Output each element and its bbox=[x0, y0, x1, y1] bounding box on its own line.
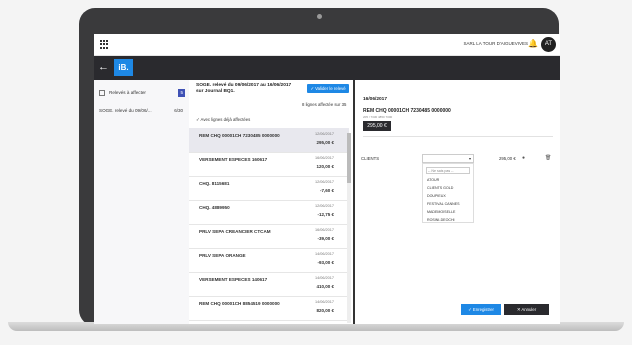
tx-amount: 410,00 € bbox=[316, 284, 334, 289]
tx-label: REM CHQ 00001CH 8854519 0000000 bbox=[199, 301, 280, 306]
sidebar: Relevés à affecter 5 SOGE. relevé du 09/… bbox=[94, 80, 190, 324]
detail-date: 16/06/2017 bbox=[363, 97, 388, 102]
list-item[interactable]: CHQ. 8115681 12/06/2017 -7,60 € bbox=[189, 176, 349, 201]
statement-panel: SOGE. relevé du 09/06/2017 au 16/06/2017… bbox=[189, 80, 355, 324]
list-item[interactable]: VERSEMENT ESPECES 160617 16/06/2017 120,… bbox=[189, 152, 349, 177]
clients-select[interactable]: ▾ bbox=[422, 154, 474, 163]
camera-icon bbox=[317, 14, 322, 19]
top-bar: SARL LA TOUR D'AIGUEVIVES 🔔 AT bbox=[94, 34, 560, 56]
list-item[interactable]: REM CHQ 00001CH 8854519 0000000 14/06/20… bbox=[189, 296, 349, 321]
detail-panel: 16/06/2017 REM CHQ 00001CH 7230485 00000… bbox=[355, 80, 560, 324]
clients-label: CLIENTS bbox=[361, 156, 380, 161]
dropdown-option[interactable]: FESTIVAL CANNES bbox=[427, 202, 460, 206]
tx-label: CHQ. 4889950 bbox=[199, 205, 230, 210]
tx-label: CHQ. 8115681 bbox=[199, 181, 230, 186]
tx-label: REM CHQ 00001CH 7230485 0000000 bbox=[199, 133, 280, 138]
detail-amount: 295,00 € bbox=[363, 121, 391, 131]
detail-subtitle: 205 / 7330 4850 7000 bbox=[363, 115, 393, 119]
user-name[interactable]: SARL LA TOUR D'AIGUEVIVES bbox=[463, 41, 528, 46]
clients-amount[interactable]: 295,00 € bbox=[499, 156, 516, 161]
tx-amount: 820,00 € bbox=[316, 308, 334, 313]
tx-date: 12/06/2017 bbox=[314, 180, 334, 184]
sidebar-item-releve-soge[interactable]: SOGE. relevé du 09/06/... 6/30 bbox=[94, 104, 189, 118]
statement-title: SOGE. relevé du 09/06/2017 au 16/06/2017… bbox=[196, 83, 292, 94]
dropdown-option[interactable]: ROSINI-DEOCHI bbox=[427, 218, 455, 222]
scrollbar[interactable] bbox=[347, 133, 351, 323]
detail-title: REM CHQ 00001CH 7230485 0000000 bbox=[363, 108, 451, 114]
tx-label: VERSEMENT ESPECES 140617 bbox=[199, 277, 268, 282]
tx-amount: -7,60 € bbox=[319, 188, 334, 193]
logo: iB. bbox=[114, 59, 133, 76]
list-item[interactable]: CHQ. 4889950 12/06/2017 -12,75 € bbox=[189, 200, 349, 225]
dropdown-option[interactable]: MADEMOISELLE bbox=[427, 210, 455, 214]
save-button[interactable]: ✓ Enregistrer bbox=[461, 304, 501, 315]
brand-bar: ← iB. bbox=[94, 56, 560, 80]
tx-amount: -39,00 € bbox=[317, 236, 334, 241]
tx-date: 14/06/2017 bbox=[314, 300, 334, 304]
list-item[interactable]: PRLV SEPA ORANGE 14/06/2017 -93,00 € bbox=[189, 248, 349, 273]
tx-label: VERSEMENT ESPECES 160617 bbox=[199, 157, 268, 162]
cancel-button[interactable]: ✕ Annuler bbox=[504, 304, 549, 315]
tx-label: PRLV SEPA CREANCIER CTCAM bbox=[199, 229, 271, 234]
count-badge: 6/30 bbox=[174, 108, 183, 113]
sidebar-item-label: SOGE. relevé du 09/06/... bbox=[99, 108, 152, 113]
tx-amount: -93,00 € bbox=[317, 260, 334, 265]
tx-date: 14/06/2017 bbox=[314, 252, 334, 256]
show-affected-toggle[interactable]: ✓ Avec lignes déjà affectées bbox=[196, 117, 250, 123]
apps-grid-icon[interactable] bbox=[100, 40, 109, 49]
tx-date: 12/06/2017 bbox=[314, 132, 334, 136]
sidebar-item-relevés[interactable]: Relevés à affecter 5 bbox=[94, 86, 189, 100]
dropdown-option[interactable]: CLIENTS GOLD bbox=[427, 186, 453, 190]
caret-down-icon: ▾ bbox=[468, 156, 471, 161]
tx-date: 14/06/2017 bbox=[314, 276, 334, 280]
divider bbox=[363, 136, 553, 137]
tx-amount: -12,75 € bbox=[317, 212, 334, 217]
tx-date: 16/06/2017 bbox=[314, 228, 334, 232]
list-item[interactable]: REM CHQ 00001CH 7230485 0000000 12/06/20… bbox=[189, 128, 349, 153]
list-item[interactable]: PRLV SEPA CREANCIER CTCAM 16/06/2017 -39… bbox=[189, 224, 349, 249]
lines-affected-count: 8 lignes affectée sur 35 bbox=[302, 102, 347, 107]
sidebar-item-label: Relevés à affecter bbox=[109, 90, 146, 95]
dropdown-option[interactable]: DOUPIEUX bbox=[427, 194, 446, 198]
trash-icon[interactable]: 🗑 bbox=[545, 155, 551, 161]
clients-dropdown: -- Ne sais pas -- ATOUR CLIENTS GOLD DOU… bbox=[422, 163, 474, 223]
dropdown-search-input[interactable]: -- Ne sais pas -- bbox=[426, 167, 470, 174]
dropdown-option[interactable]: ATOUR bbox=[427, 178, 439, 182]
tx-label: PRLV SEPA ORANGE bbox=[199, 253, 246, 258]
list-item[interactable]: VERSEMENT ESPECES 140617 14/06/2017 410,… bbox=[189, 272, 349, 297]
avatar[interactable]: AT bbox=[541, 37, 556, 52]
count-badge: 5 bbox=[178, 89, 185, 97]
bell-icon[interactable]: 🔔 bbox=[528, 39, 538, 49]
tx-date: 16/06/2017 bbox=[314, 156, 334, 160]
document-icon bbox=[99, 90, 105, 96]
validate-statement-button[interactable]: ✓ Valider le relevé bbox=[307, 84, 349, 93]
tx-amount: 120,00 € bbox=[316, 164, 334, 169]
app-screen: SARL LA TOUR D'AIGUEVIVES 🔔 AT ← iB. Rel… bbox=[94, 34, 560, 324]
tx-date: 12/06/2017 bbox=[314, 204, 334, 208]
chat-icon[interactable]: ● bbox=[522, 155, 525, 161]
transaction-list: REM CHQ 00001CH 7230485 0000000 12/06/20… bbox=[189, 128, 351, 324]
tx-amount: 295,00 € bbox=[316, 140, 334, 145]
back-arrow-icon[interactable]: ← bbox=[98, 60, 109, 74]
